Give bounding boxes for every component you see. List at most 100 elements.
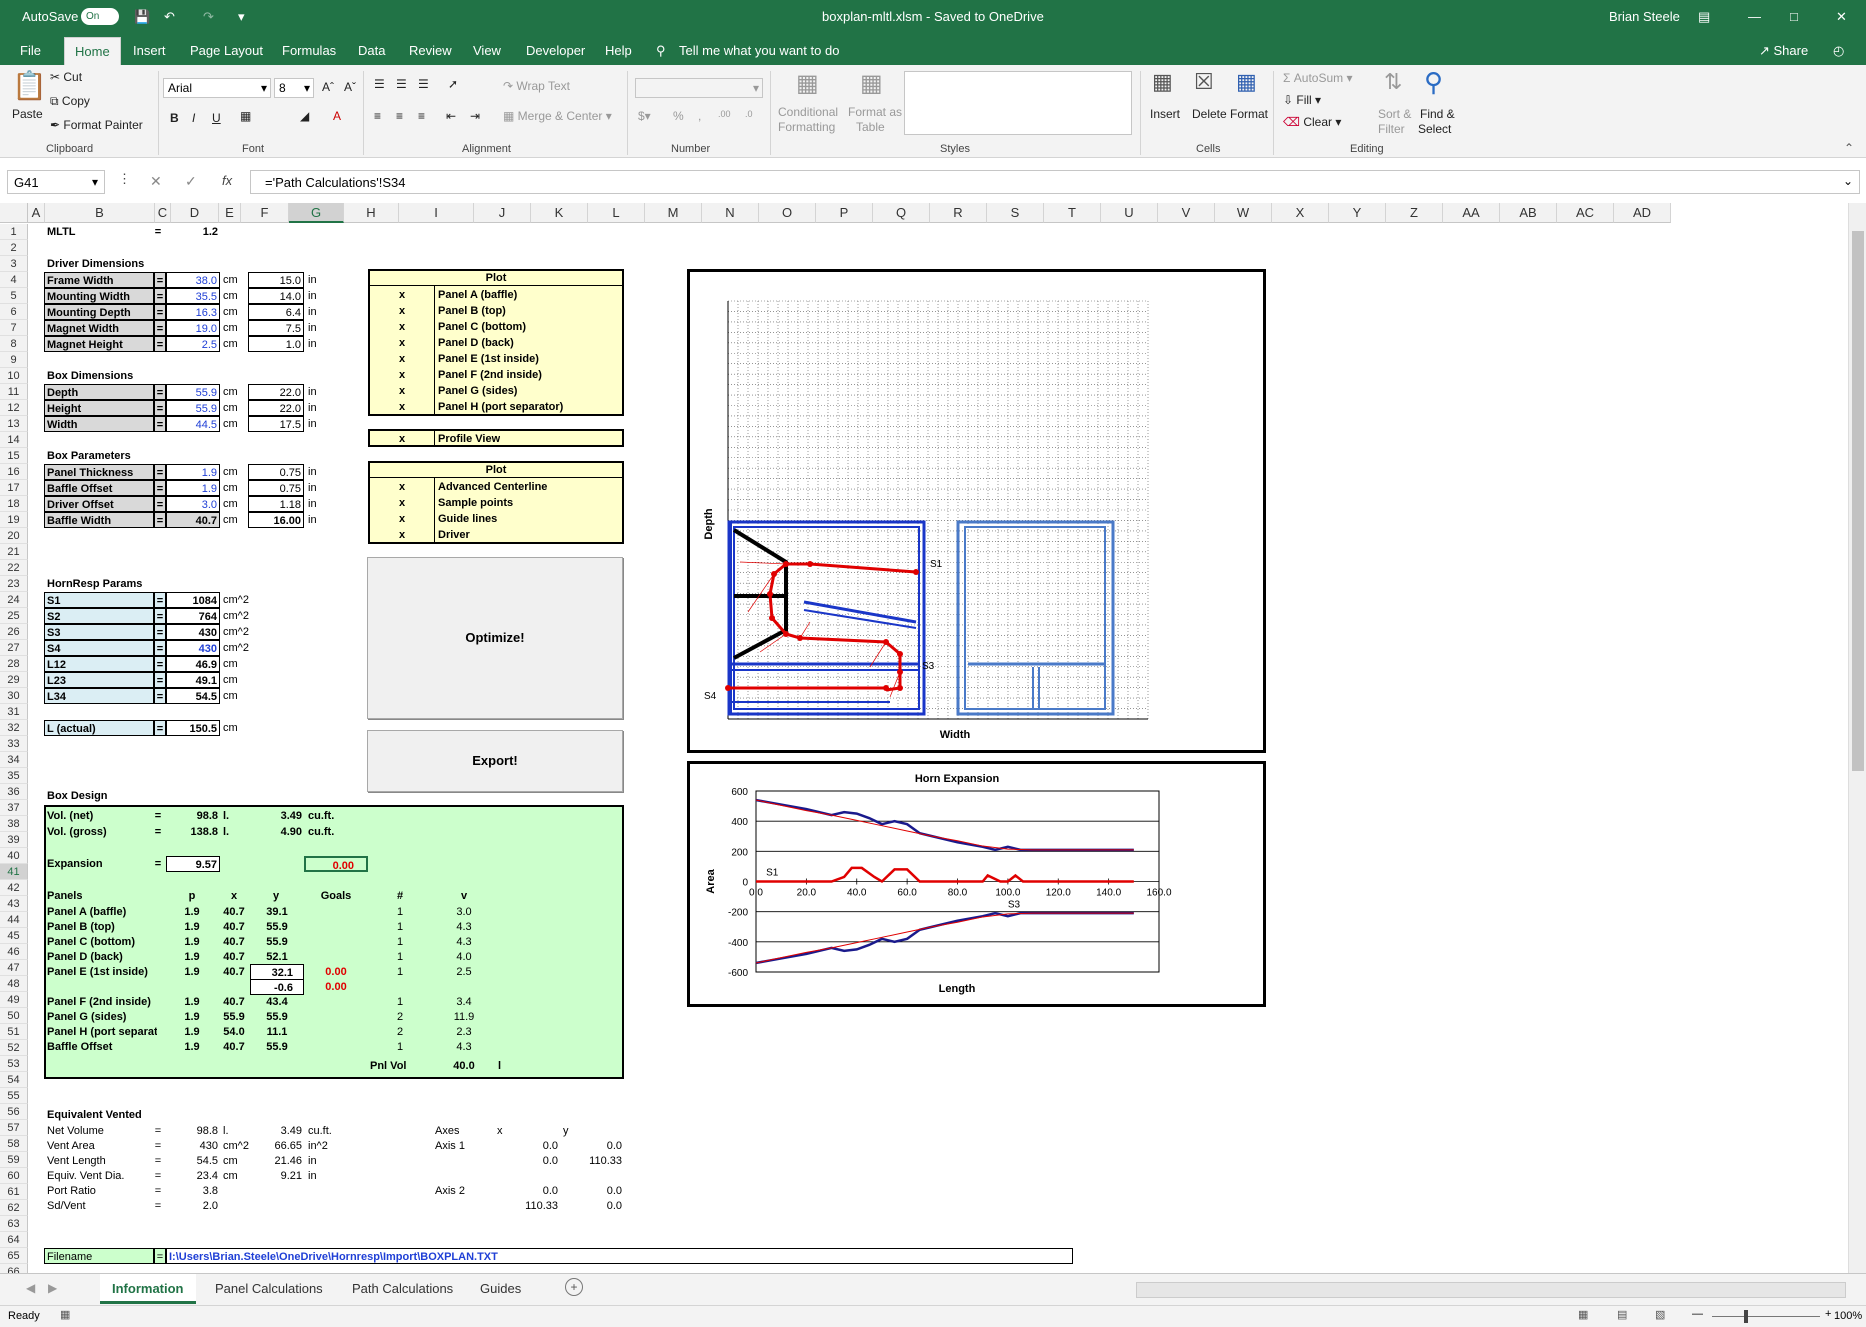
plot-checkbox[interactable]: x — [370, 511, 434, 527]
row-header[interactable]: 34 — [0, 752, 28, 768]
sort-filter-icon[interactable]: ⇅ — [1384, 69, 1402, 95]
hornresp-value[interactable]: 430 — [166, 640, 220, 656]
row-header[interactable]: 63 — [0, 1216, 28, 1232]
zoom-slider[interactable] — [1712, 1316, 1820, 1317]
dim-cm-value[interactable]: 55.9 — [166, 400, 220, 416]
column-header[interactable]: R — [930, 203, 987, 223]
delete-cells-icon[interactable]: ☒ — [1194, 69, 1214, 95]
column-header[interactable]: H — [344, 203, 399, 223]
row-header[interactable]: 12 — [0, 400, 28, 416]
row-header[interactable]: 25 — [0, 608, 28, 624]
share-button[interactable]: ↗ Share — [1759, 43, 1808, 59]
tab-page-layout[interactable]: Page Layout — [190, 43, 263, 58]
row-header[interactable]: 20 — [0, 528, 28, 544]
bold-button[interactable]: B — [170, 111, 179, 125]
save-icon[interactable]: 💾 — [134, 9, 150, 25]
column-header[interactable]: O — [759, 203, 816, 223]
column-header[interactable]: Q — [873, 203, 930, 223]
new-sheet-icon[interactable]: + — [565, 1278, 583, 1296]
close-icon[interactable]: ✕ — [1836, 9, 1847, 25]
row-header[interactable]: 14 — [0, 432, 28, 448]
row-header[interactable]: 15 — [0, 448, 28, 464]
column-header[interactable]: AA — [1443, 203, 1500, 223]
box-plan-chart[interactable]: Depth Width S1 S3 S4 — [687, 269, 1266, 753]
plot-checkbox[interactable]: x — [370, 351, 434, 367]
row-header[interactable]: 57 — [0, 1120, 28, 1136]
cancel-icon[interactable]: ✕ — [150, 173, 162, 190]
row-header[interactable]: 28 — [0, 656, 28, 672]
align-center-icon[interactable]: ≡ — [396, 109, 403, 123]
row-header[interactable]: 35 — [0, 768, 28, 784]
hornresp-value[interactable]: 430 — [166, 624, 220, 640]
tab-home[interactable]: Home — [64, 37, 121, 65]
plot-checkbox[interactable]: x — [370, 495, 434, 511]
row-header[interactable]: 41 — [0, 864, 28, 880]
sort-filter-button[interactable]: Sort & — [1378, 107, 1411, 121]
align-right-icon[interactable]: ≡ — [418, 109, 425, 123]
expansion-value[interactable]: 9.57 — [166, 856, 220, 872]
plot-checkbox[interactable]: x — [370, 383, 434, 399]
tab-scroll-right-icon[interactable]: ▶ — [48, 1281, 57, 1295]
row-header[interactable]: 10 — [0, 368, 28, 384]
tab-scroll-left-icon[interactable]: ◀ — [26, 1281, 35, 1295]
row-header[interactable]: 38 — [0, 816, 28, 832]
hornresp-value[interactable]: 764 — [166, 608, 220, 624]
column-header[interactable]: B — [45, 203, 155, 223]
dim-cm-value[interactable]: 3.0 — [166, 496, 220, 512]
dim-cm-value[interactable]: 35.5 — [166, 288, 220, 304]
font-color-icon[interactable]: A — [333, 109, 341, 123]
maximize-icon[interactable]: □ — [1790, 9, 1798, 24]
row-header[interactable]: 1 — [0, 224, 28, 240]
row-header[interactable]: 2 — [0, 240, 28, 256]
dim-cm-value[interactable]: 1.9 — [166, 464, 220, 480]
align-left-icon[interactable]: ≡ — [374, 109, 381, 123]
row-header[interactable]: 65 — [0, 1248, 28, 1264]
row-header[interactable]: 4 — [0, 272, 28, 288]
italic-button[interactable]: I — [192, 111, 195, 125]
paste-icon[interactable]: 📋 — [12, 69, 47, 102]
horn-expansion-chart[interactable]: Horn Expansion 600 400 200 0 -200 -400 -600 0.0 2… — [687, 761, 1266, 1007]
column-header[interactable]: AB — [1500, 203, 1557, 223]
column-header[interactable]: L — [588, 203, 645, 223]
sheet-tab-information[interactable]: Information — [100, 1274, 196, 1304]
cell-styles-gallery[interactable] — [904, 71, 1132, 135]
panel-y[interactable]: 32.1 — [250, 964, 304, 980]
column-header[interactable]: T — [1044, 203, 1101, 223]
row-header[interactable]: 32 — [0, 720, 28, 736]
font-name-select[interactable]: Arial ▾ — [163, 78, 271, 98]
worksheet-grid[interactable]: A B C D E F G H I J K L M N O P Q R S T U V W X Y Z AA AB AC AD 12345… — [0, 203, 1866, 1312]
page-break-view-icon[interactable]: ▧ — [1655, 1308, 1665, 1321]
redo-icon[interactable]: ↷ — [203, 9, 214, 25]
currency-icon[interactable]: $▾ — [638, 109, 651, 123]
merge-center-button[interactable]: ▦ Merge & Center ▾ — [503, 109, 612, 123]
insert-cells-icon[interactable]: ▦ — [1152, 69, 1173, 95]
plot-checkbox[interactable]: x — [370, 303, 434, 319]
dim-cm-value[interactable]: 1.9 — [166, 480, 220, 496]
plot-checkbox[interactable]: x — [370, 479, 434, 495]
format-as-table-icon[interactable]: ▦ — [860, 69, 883, 98]
row-header[interactable]: 5 — [0, 288, 28, 304]
row-header[interactable]: 22 — [0, 560, 28, 576]
ribbon-display-icon[interactable]: ▤ — [1698, 9, 1710, 25]
hornresp-value[interactable]: 49.1 — [166, 672, 220, 688]
font-size-select[interactable]: 8 ▾ — [274, 78, 314, 98]
decrease-decimal-icon[interactable]: .0 — [745, 109, 753, 119]
plot-checkbox[interactable]: x — [370, 399, 434, 415]
align-bottom-icon[interactable]: ☰ — [418, 77, 429, 91]
column-header[interactable]: N — [702, 203, 759, 223]
row-header[interactable]: 60 — [0, 1168, 28, 1184]
column-header[interactable]: W — [1215, 203, 1272, 223]
row-header[interactable]: 52 — [0, 1040, 28, 1056]
row-header[interactable]: 46 — [0, 944, 28, 960]
row-header[interactable]: 48 — [0, 976, 28, 992]
underline-button[interactable]: U — [212, 111, 221, 125]
filename-input[interactable]: I:\Users\Brian.Steele\OneDrive\Hornresp\… — [166, 1248, 1073, 1264]
row-header[interactable]: 13 — [0, 416, 28, 432]
row-header[interactable]: 24 — [0, 592, 28, 608]
tab-formulas[interactable]: Formulas — [282, 43, 336, 58]
comma-icon[interactable]: , — [698, 109, 701, 123]
column-header[interactable]: J — [474, 203, 531, 223]
row-header[interactable]: 61 — [0, 1184, 28, 1200]
plot-checkbox[interactable]: x — [370, 335, 434, 351]
sheet-tab-panel-calculations[interactable]: Panel Calculations — [203, 1274, 335, 1304]
